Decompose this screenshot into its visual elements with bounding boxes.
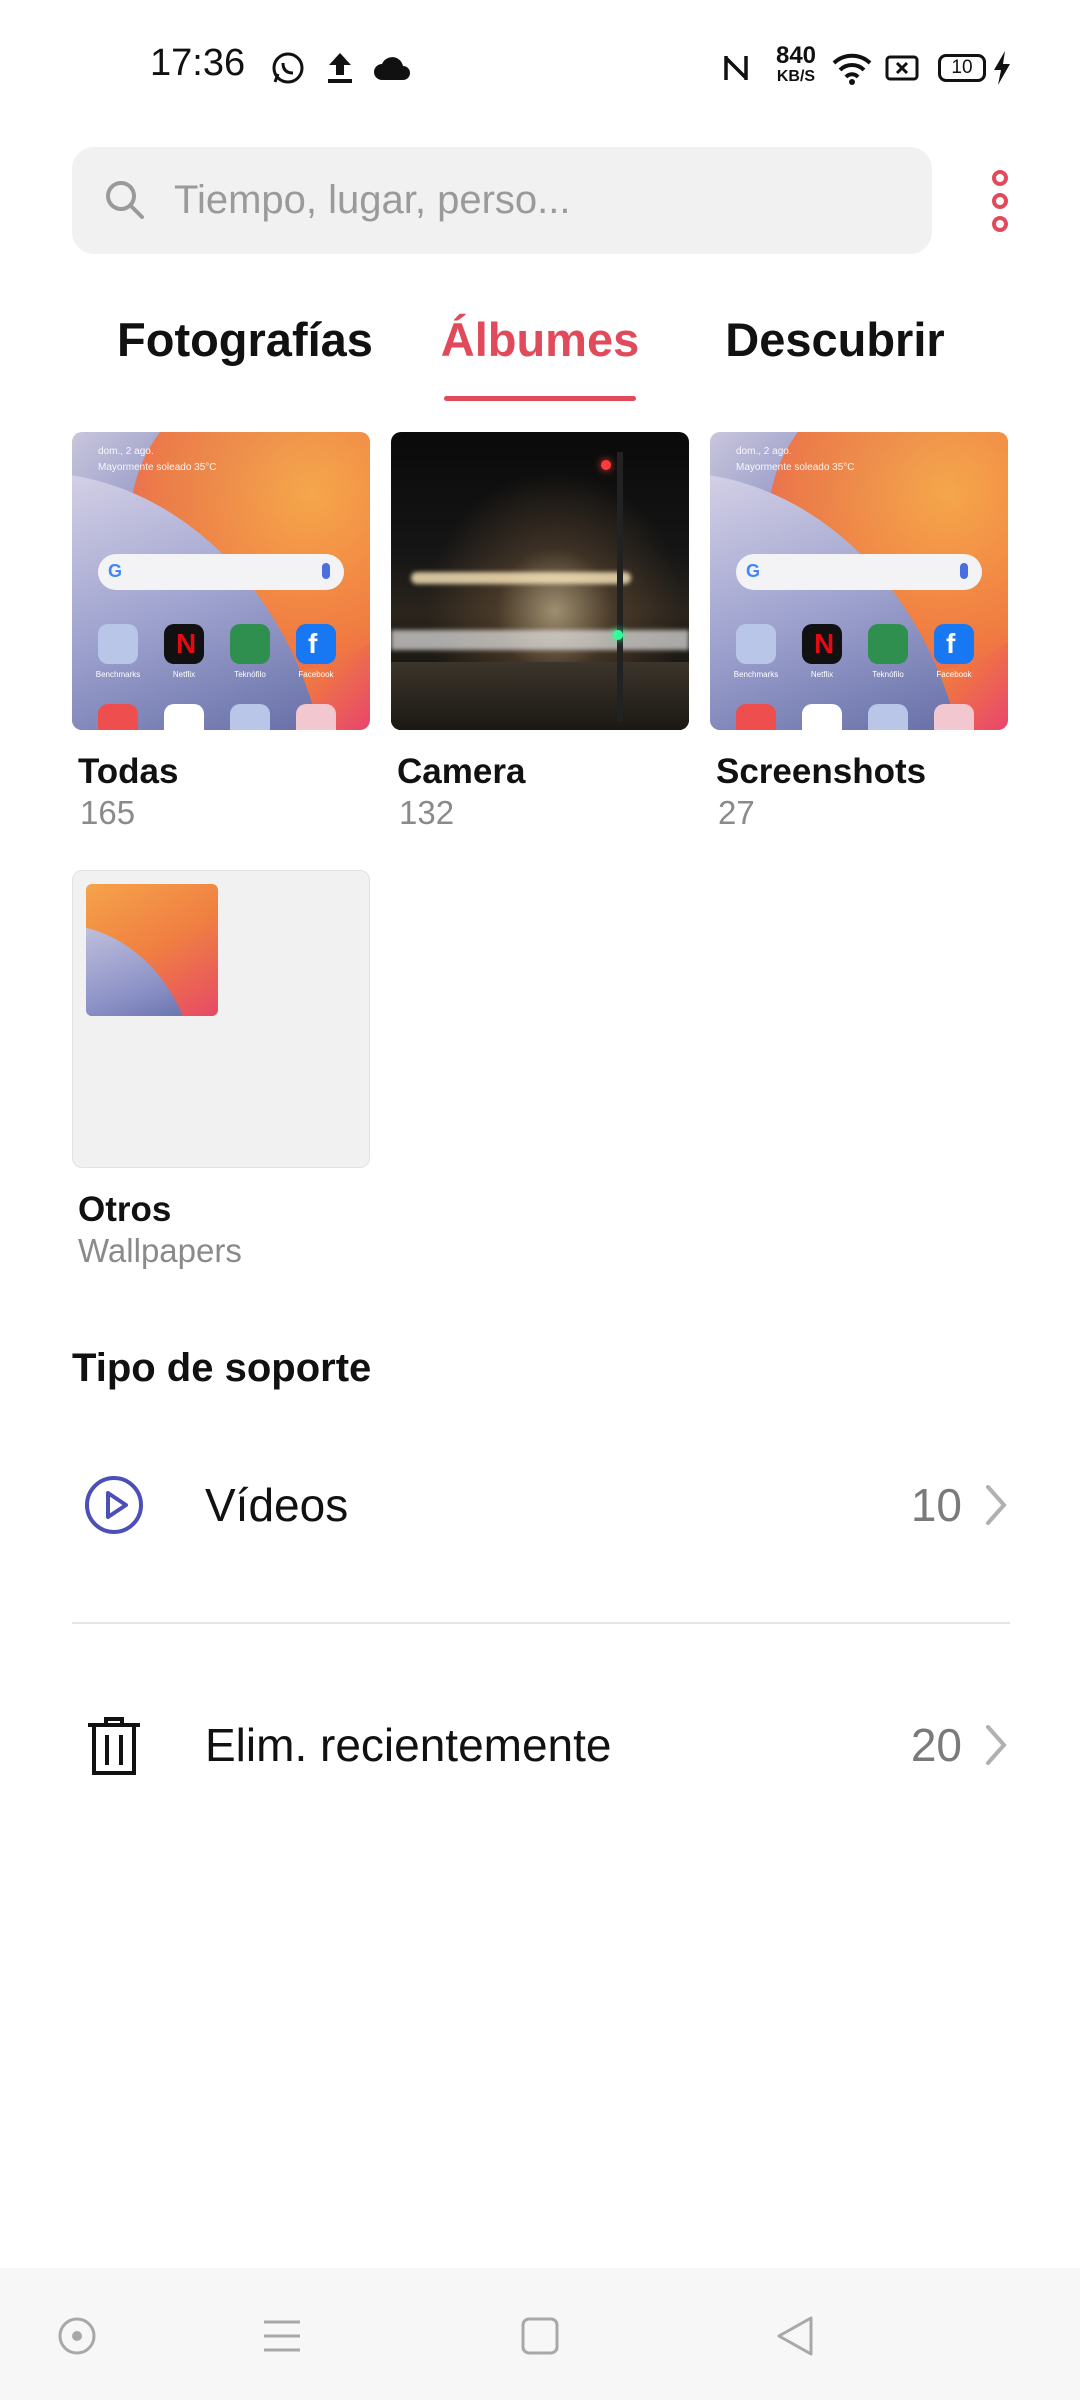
navigation-bar [0,2268,1080,2400]
app-folder-icon [230,704,270,730]
mic-icon [322,563,330,579]
search-icon [102,177,148,228]
thumb-date: dom., 2 ago. [736,446,792,457]
status-bar: 17:36 840 KB/S 10 [0,0,1080,135]
app-icon [98,704,138,730]
tab-albums[interactable]: Álbumes [430,300,650,380]
status-time: 17:36 [150,42,246,84]
back-button-icon[interactable] [765,2306,825,2366]
app-folder-icon [868,704,908,730]
wifi-icon [830,48,874,88]
google-icon: G [108,561,123,581]
search-placeholder: Tiempo, lugar, perso... [174,178,571,222]
mic-icon [960,563,968,579]
trash-icon [84,1715,144,1782]
wallpaper-preview [86,884,218,1016]
album-subtitle: Wallpapers [78,1232,242,1269]
tab-photos[interactable]: Fotografías [105,300,385,380]
app-label: Facebook [298,670,334,679]
app-icon [934,704,974,730]
play-store-app-icon [802,704,842,730]
album-name: Screenshots [716,752,927,791]
chevron-right-icon [982,1723,1010,1772]
battery-level: 10 [951,57,973,78]
album-name: Otros [78,1190,172,1229]
section-title: Tipo de soporte [72,1346,372,1390]
media-count: 10 [910,1479,962,1531]
app-icon [296,704,336,730]
more-options-icon[interactable] [975,168,1025,234]
divider [72,1622,1010,1624]
sim-icon [884,48,920,88]
search-input[interactable]: Tiempo, lugar, perso... [72,147,932,254]
teknofilo-app-icon [868,624,908,664]
app-label: Netflix [810,670,834,679]
chevron-right-icon [982,1483,1010,1532]
app-label: Facebook [936,670,972,679]
home-button-icon[interactable] [510,2306,570,2366]
net-speed-value: 840 [775,42,817,69]
tab-discover[interactable]: Descubrir [705,300,965,380]
wallpaper-shape [86,924,196,1016]
charging-icon [990,48,1014,88]
album-count: 132 [399,794,455,831]
tab-indicator [444,396,636,401]
media-count: 20 [910,1719,962,1771]
photo-detail [613,630,623,640]
app-label: Benchmarks [95,670,141,679]
album-thumb-todas[interactable]: dom., 2 ago. Mayormente soleado 35°C G N… [72,432,370,730]
app-label: Benchmarks [733,670,779,679]
album-thumb-otros[interactable] [72,870,370,1168]
album-count: 165 [80,794,136,831]
netflix-app-icon: N [164,624,204,664]
facebook-app-icon: f [934,624,974,664]
media-row-videos[interactable]: Vídeos 10 [72,1440,1010,1570]
play-store-app-icon [164,704,204,730]
whatsapp-icon [268,48,308,88]
net-speed: 840 KB/S [766,44,826,86]
benchmarks-app-icon [98,624,138,664]
net-speed-unit: KB/S [776,68,816,85]
thumb-search-bar: G [98,554,344,590]
media-label: Elim. recientemente [205,1719,612,1771]
photo-detail [391,662,689,730]
album-thumb-screenshots[interactable]: dom., 2 ago. Mayormente soleado 35°C G N… [710,432,1008,730]
battery-icon: 10 [934,48,990,88]
photo-detail [391,630,689,650]
album-name: Todas [78,752,179,791]
media-row-recently-deleted[interactable]: Elim. recientemente 20 [72,1680,1010,1810]
media-label: Vídeos [205,1479,349,1531]
thumb-weather: Mayormente soleado 35°C [98,462,217,473]
thumb-date: dom., 2 ago. [98,446,154,457]
photo-detail [601,460,611,470]
cloud-icon [372,48,412,88]
album-name: Camera [397,752,526,791]
app-label: Netflix [172,670,196,679]
app-label: Teknófilo [234,670,266,679]
assistant-button-icon[interactable] [47,2306,107,2366]
upload-icon [322,48,358,88]
album-thumb-camera[interactable] [391,432,689,730]
facebook-app-icon: f [296,624,336,664]
benchmarks-app-icon [736,624,776,664]
app-label: Teknófilo [872,670,904,679]
app-icon [736,704,776,730]
nfc-icon [720,48,752,88]
album-count: 27 [718,794,755,831]
play-circle-icon [84,1475,144,1540]
netflix-app-icon: N [802,624,842,664]
google-icon: G [746,561,761,581]
photo-detail [411,572,631,584]
thumb-search-bar: G [736,554,982,590]
thumb-weather: Mayormente soleado 35°C [736,462,855,473]
photo-detail [617,452,623,722]
teknofilo-app-icon [230,624,270,664]
menu-button-icon[interactable] [252,2306,312,2366]
